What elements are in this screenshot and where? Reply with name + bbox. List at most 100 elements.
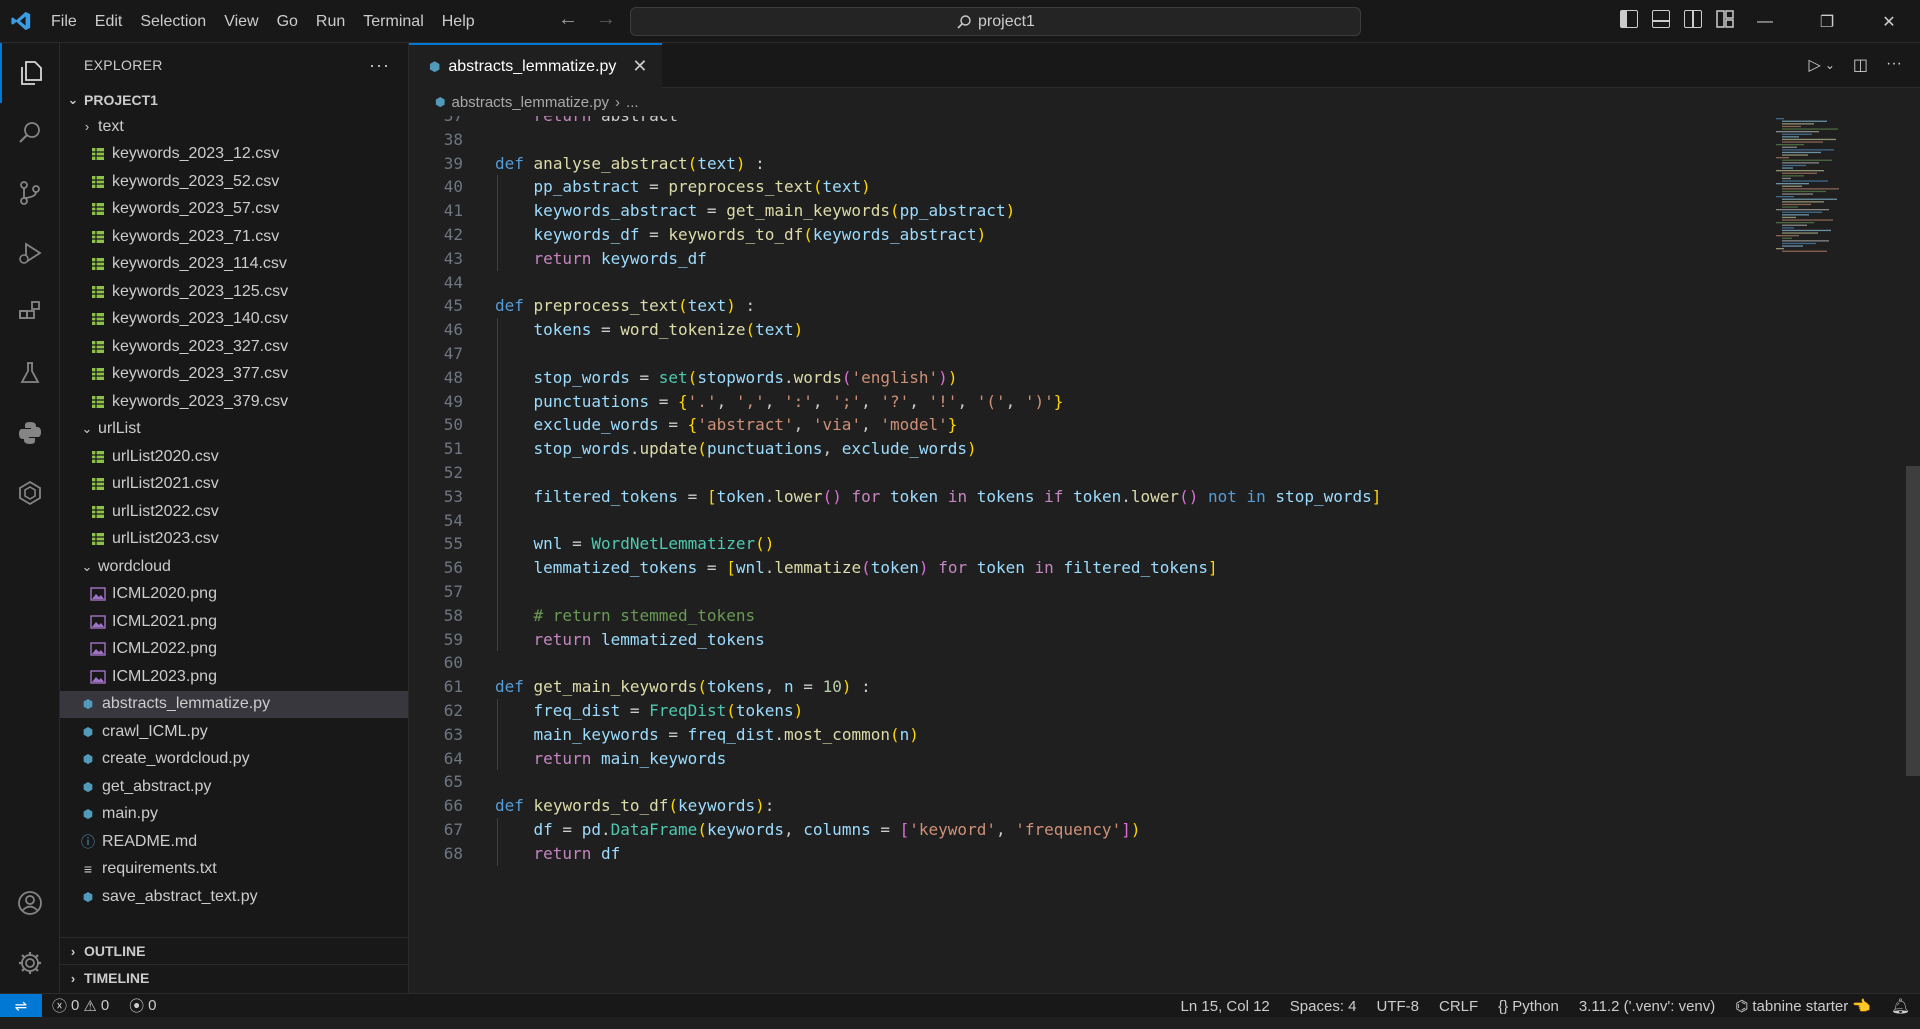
project-root[interactable]: ⌄ PROJECT1 <box>60 87 408 113</box>
ports-indicator[interactable]: ⦿ 0 <box>119 995 166 1016</box>
tree-file[interactable]: ≡ requirements.txt <box>60 856 408 884</box>
tree-file[interactable]: ICML2021.png <box>60 608 408 636</box>
explorer-icon[interactable] <box>0 43 60 103</box>
tabnine-status[interactable]: ⌬ tabnine starter 👈 <box>1725 997 1881 1016</box>
line-ending[interactable]: CRLF <box>1429 998 1488 1015</box>
tree-file[interactable]: urlList2023.csv <box>60 526 408 554</box>
code-line[interactable]: 64 return main_keywords <box>409 747 1769 771</box>
tree-file[interactable]: ⬢ abstracts_lemmatize.py <box>60 690 408 718</box>
tree-file[interactable]: ⬢ save_abstract_text.py <box>60 883 408 911</box>
code-line[interactable]: 47 <box>409 342 1769 366</box>
tree-file[interactable]: ⬢ crawl_ICML.py <box>60 718 408 746</box>
minimap[interactable] <box>1772 116 1892 256</box>
tree-file[interactable]: keywords_2023_52.csv <box>60 168 408 196</box>
tree-file[interactable]: keywords_2023_140.csv <box>60 306 408 334</box>
code-line[interactable]: 45 def preprocess_text(text) : <box>409 294 1769 318</box>
forward-arrow-icon[interactable]: → <box>596 8 616 31</box>
code-line[interactable]: 54 <box>409 509 1769 533</box>
tree-folder[interactable]: › text <box>60 113 408 141</box>
code-line[interactable]: 37 return abstract <box>409 116 1769 128</box>
scrollbar-thumb[interactable] <box>1906 466 1920 776</box>
tree-file[interactable]: ICML2023.png <box>60 663 408 691</box>
chevron-down-icon[interactable]: ⌄ <box>1825 55 1835 75</box>
menu-selection[interactable]: Selection <box>131 0 215 43</box>
settings-gear-icon[interactable] <box>0 933 60 993</box>
tree-file[interactable]: keywords_2023_114.csv <box>60 251 408 279</box>
back-arrow-icon[interactable]: ← <box>558 8 578 31</box>
tree-file[interactable]: keywords_2023_125.csv <box>60 278 408 306</box>
toggle-secondary-sidebar-icon[interactable] <box>1684 10 1702 28</box>
code-line[interactable]: 49 punctuations = {'.', ',', ':', ';', '… <box>409 390 1769 414</box>
python-interpreter[interactable]: 3.11.2 ('.venv': venv) <box>1569 998 1725 1015</box>
editor-scrollbar[interactable] <box>1906 116 1920 993</box>
code-line[interactable]: 42 keywords_df = keywords_to_df(keywords… <box>409 223 1769 247</box>
timeline-section[interactable]: › TIMELINE <box>60 964 409 991</box>
minimize-icon[interactable]: — <box>1734 0 1796 43</box>
tree-file[interactable]: ⓘ README.md <box>60 828 408 856</box>
code-line[interactable]: 67 df = pd.DataFrame(keywords, columns =… <box>409 818 1769 842</box>
code-line[interactable]: 46 tokens = word_tokenize(text) <box>409 318 1769 342</box>
more-actions-icon[interactable]: ··· <box>369 55 390 76</box>
indentation[interactable]: Spaces: 4 <box>1280 998 1367 1015</box>
code-line[interactable]: 52 <box>409 461 1769 485</box>
customize-layout-icon[interactable] <box>1716 10 1734 28</box>
tree-file[interactable]: keywords_2023_57.csv <box>60 196 408 224</box>
tree-file[interactable]: urlList2022.csv <box>60 498 408 526</box>
tree-file[interactable]: ICML2020.png <box>60 581 408 609</box>
code-line[interactable]: 56 lemmatized_tokens = [wnl.lemmatize(to… <box>409 556 1769 580</box>
code-line[interactable]: 62 freq_dist = FreqDist(tokens) <box>409 699 1769 723</box>
close-tab-icon[interactable]: ✕ <box>632 56 647 77</box>
code-line[interactable]: 60 <box>409 651 1769 675</box>
run-debug-icon[interactable] <box>0 223 60 283</box>
run-python-file-icon[interactable]: ▷ <box>1809 55 1821 75</box>
tree-file[interactable]: keywords_2023_327.csv <box>60 333 408 361</box>
tree-file[interactable]: ICML2022.png <box>60 636 408 664</box>
tree-file[interactable]: keywords_2023_12.csv <box>60 141 408 169</box>
tree-file[interactable]: ⬢ main.py <box>60 801 408 829</box>
menu-file[interactable]: File <box>42 0 86 43</box>
code-line[interactable]: 40 pp_abstract = preprocess_text(text) <box>409 175 1769 199</box>
menu-run[interactable]: Run <box>307 0 354 43</box>
restore-icon[interactable]: ❐ <box>1796 0 1858 43</box>
outline-section[interactable]: › OUTLINE <box>60 937 409 964</box>
code-line[interactable]: 55 wnl = WordNetLemmatizer() <box>409 532 1769 556</box>
tree-file[interactable]: keywords_2023_379.csv <box>60 388 408 416</box>
code-line[interactable]: 57 <box>409 580 1769 604</box>
more-actions-icon[interactable]: ··· <box>1886 55 1902 75</box>
code-line[interactable]: 53 filtered_tokens = [token.lower() for … <box>409 485 1769 509</box>
menu-help[interactable]: Help <box>433 0 484 43</box>
code-editor[interactable]: 37 return abstract3839def analyse_abstra… <box>409 116 1920 993</box>
menu-edit[interactable]: Edit <box>86 0 132 43</box>
tab-abstracts-lemmatize[interactable]: ⬢ abstracts_lemmatize.py ✕ <box>409 43 662 88</box>
language-mode[interactable]: {} Python <box>1488 998 1569 1015</box>
split-editor-icon[interactable]: ◫ <box>1853 55 1868 75</box>
tree-file[interactable]: ⬢ create_wordcloud.py <box>60 746 408 774</box>
source-control-icon[interactable] <box>0 163 60 223</box>
code-line[interactable]: 44 <box>409 271 1769 295</box>
python-icon[interactable] <box>0 403 60 463</box>
remote-indicator-icon[interactable]: ⇌ <box>0 993 42 1018</box>
code-line[interactable]: 39 def analyse_abstract(text) : <box>409 152 1769 176</box>
menu-go[interactable]: Go <box>268 0 307 43</box>
tree-file[interactable]: keywords_2023_377.csv <box>60 361 408 389</box>
breadcrumb-symbol[interactable]: ... <box>626 94 639 111</box>
tree-folder[interactable]: ⌄ urlList <box>60 416 408 444</box>
remote-explorer-icon[interactable] <box>0 463 60 523</box>
toggle-primary-sidebar-icon[interactable] <box>1620 10 1638 28</box>
notifications-bell-icon[interactable]: 🔔︎ <box>1881 997 1920 1015</box>
command-center-search[interactable]: project1 <box>630 7 1361 36</box>
cursor-position[interactable]: Ln 15, Col 12 <box>1171 998 1280 1015</box>
code-line[interactable]: 61 def get_main_keywords(tokens, n = 10) … <box>409 675 1769 699</box>
tree-file[interactable]: urlList2021.csv <box>60 471 408 499</box>
tree-file[interactable]: ⬢ get_abstract.py <box>60 773 408 801</box>
code-line[interactable]: 41 keywords_abstract = get_main_keywords… <box>409 199 1769 223</box>
code-line[interactable]: 66 def keywords_to_df(keywords): <box>409 794 1769 818</box>
code-line[interactable]: 38 <box>409 128 1769 152</box>
toggle-panel-icon[interactable] <box>1652 10 1670 28</box>
code-line[interactable]: 63 main_keywords = freq_dist.most_common… <box>409 723 1769 747</box>
menu-terminal[interactable]: Terminal <box>354 0 432 43</box>
code-line[interactable]: 48 stop_words = set(stopwords.words('eng… <box>409 366 1769 390</box>
tree-folder[interactable]: ⌄ wordcloud <box>60 553 408 581</box>
tree-file[interactable]: urlList2020.csv <box>60 443 408 471</box>
tree-file[interactable]: keywords_2023_71.csv <box>60 223 408 251</box>
